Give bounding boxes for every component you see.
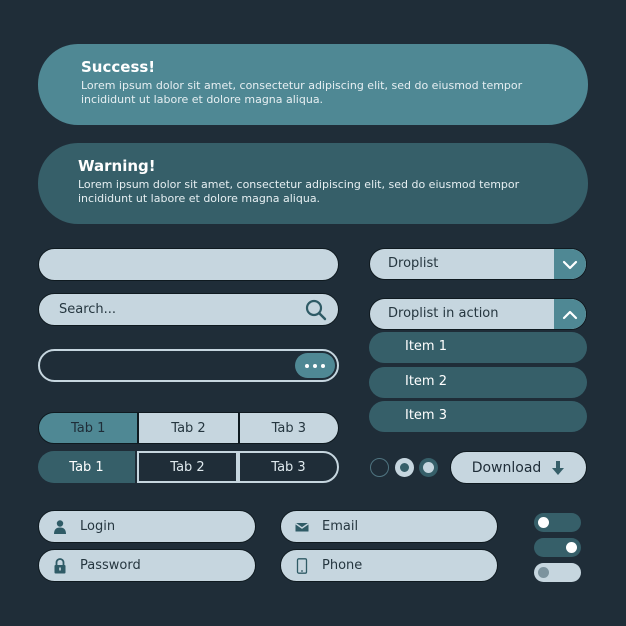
- more-options-button[interactable]: [295, 353, 335, 378]
- login-placeholder: Login: [80, 519, 116, 534]
- chevron-down-icon: [562, 260, 578, 270]
- download-label: Download: [471, 459, 542, 476]
- warning-alert: Warning! Lorem ipsum dolor sit amet, con…: [38, 143, 588, 224]
- email-placeholder: Email: [322, 519, 359, 534]
- email-field[interactable]: Email: [280, 510, 498, 543]
- phone-placeholder: Phone: [322, 558, 363, 573]
- search-input[interactable]: Search...: [38, 293, 339, 326]
- tab-bar-dark: Tab 1 Tab 2 Tab 3: [38, 451, 339, 483]
- tab-3-dark[interactable]: Tab 3: [238, 451, 339, 483]
- droplist-toggle[interactable]: [554, 249, 586, 279]
- text-input[interactable]: [38, 248, 339, 281]
- droplist-item-label: Item 3: [405, 408, 447, 423]
- tab-2-light[interactable]: Tab 2: [138, 412, 239, 444]
- toggle-switch-off[interactable]: [534, 513, 581, 532]
- search-placeholder: Search...: [59, 302, 117, 317]
- tab-2-dark[interactable]: Tab 2: [137, 451, 238, 483]
- droplist-item[interactable]: Item 1: [369, 332, 587, 363]
- success-alert-title: Success!: [81, 58, 156, 76]
- toggle-switch-on[interactable]: [534, 538, 581, 557]
- radio-button-checked-alt[interactable]: [419, 458, 438, 477]
- droplist-item[interactable]: Item 2: [369, 367, 587, 398]
- radio-button-checked[interactable]: [395, 458, 414, 477]
- toggle-switch-light-off[interactable]: [534, 563, 581, 582]
- chevron-up-icon: [562, 310, 578, 320]
- droplist-item[interactable]: Item 3: [369, 401, 587, 432]
- droplist-open-label: Droplist in action: [388, 306, 499, 321]
- toggle-knob: [566, 542, 577, 553]
- download-button[interactable]: Download: [450, 451, 587, 484]
- tab-1-dark[interactable]: Tab 1: [38, 451, 135, 483]
- warning-alert-title: Warning!: [78, 157, 156, 175]
- droplist-label: Droplist: [388, 256, 439, 271]
- more-dot: [321, 363, 325, 368]
- success-alert-body: Lorem ipsum dolor sit amet, consectetur …: [81, 79, 523, 106]
- password-placeholder: Password: [80, 558, 141, 573]
- password-field[interactable]: Password: [38, 549, 256, 582]
- more-dots-icon: [305, 363, 309, 368]
- success-alert: Success! Lorem ipsum dolor sit amet, con…: [38, 44, 588, 125]
- more-dot: [313, 363, 317, 368]
- droplist-open-toggle[interactable]: [554, 299, 586, 329]
- droplist-item-label: Item 2: [405, 374, 447, 389]
- phone-field[interactable]: Phone: [280, 549, 498, 582]
- envelope-icon: [295, 522, 309, 532]
- tab-3-light[interactable]: Tab 3: [238, 412, 339, 444]
- droplist[interactable]: Droplist: [369, 248, 587, 280]
- download-arrow-icon: [552, 460, 565, 475]
- search-icon[interactable]: [304, 298, 328, 322]
- warning-alert-body: Lorem ipsum dolor sit amet, consectetur …: [78, 178, 520, 205]
- droplist-item-label: Item 1: [405, 339, 447, 354]
- dark-text-input[interactable]: [38, 349, 339, 382]
- toggle-knob: [538, 517, 549, 528]
- droplist-open[interactable]: Droplist in action: [369, 298, 587, 330]
- tab-bar-light: Tab 1 Tab 2 Tab 3: [38, 412, 339, 444]
- phone-icon: [296, 558, 308, 574]
- radio-button-unchecked[interactable]: [370, 458, 389, 477]
- user-icon: [54, 520, 66, 534]
- login-field[interactable]: Login: [38, 510, 256, 543]
- tab-1-light[interactable]: Tab 1: [38, 412, 139, 444]
- lock-icon: [54, 558, 66, 574]
- toggle-knob: [538, 567, 549, 578]
